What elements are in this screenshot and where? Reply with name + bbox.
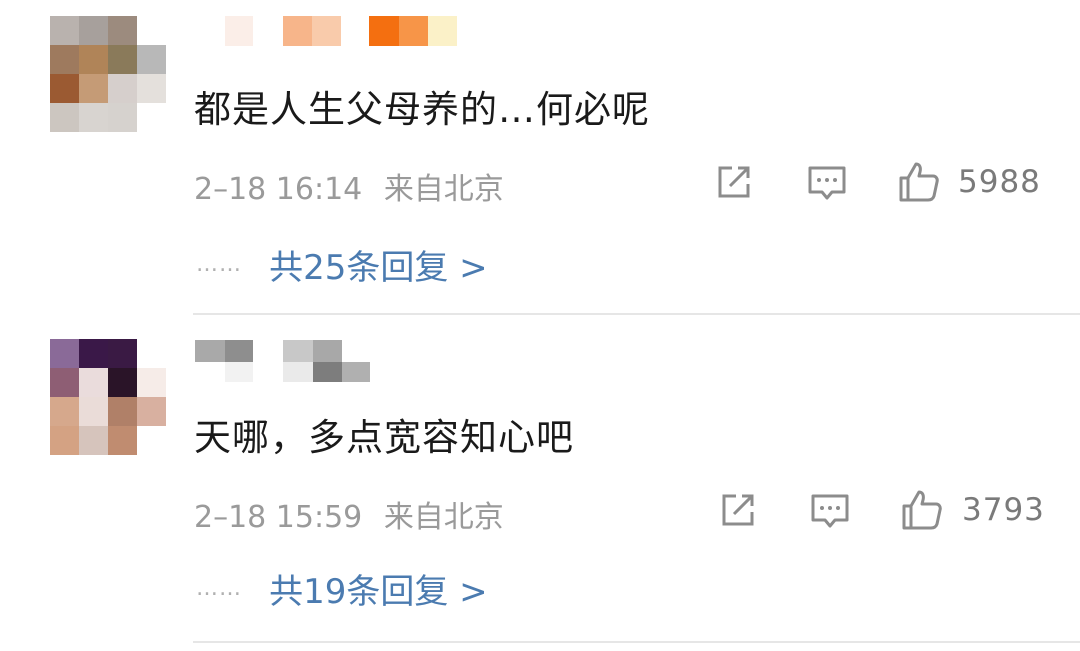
replies-row[interactable]: …… 共19条回复 > — [196, 564, 488, 613]
comment-item: 都是人生父母养的…何必呢 2–18 16:14 来自北京 5988 …… 共25… — [0, 0, 1080, 315]
replies-row[interactable]: …… 共25条回复 > — [196, 240, 488, 289]
comment-item: 天哪，多点宽容知心吧 2–18 15:59 来自北京 3793 …… 共19条回… — [0, 316, 1080, 643]
comment-actions: 5988 — [0, 158, 1080, 208]
divider — [193, 641, 1080, 643]
avatar[interactable] — [50, 339, 166, 456]
comment-icon[interactable] — [808, 488, 852, 532]
view-replies-link[interactable]: 共19条回复 > — [269, 572, 488, 612]
thumbs-up-icon[interactable] — [897, 160, 941, 204]
share-icon[interactable] — [716, 488, 760, 532]
avatar[interactable] — [50, 16, 166, 133]
username-blurred[interactable] — [195, 16, 457, 46]
view-replies-link[interactable]: 共25条回复 > — [269, 248, 488, 288]
comment-text: 天哪，多点宽容知心吧 — [194, 416, 574, 459]
like-count: 3793 — [962, 492, 1045, 528]
ellipsis: …… — [196, 576, 242, 601]
comment-actions: 3793 — [0, 486, 1080, 536]
share-icon[interactable] — [712, 160, 756, 204]
username-blurred[interactable] — [195, 340, 375, 384]
thumbs-up-icon[interactable] — [900, 488, 944, 532]
comment-text: 都是人生父母养的…何必呢 — [194, 88, 650, 131]
divider — [193, 313, 1080, 315]
ellipsis: …… — [196, 252, 242, 277]
comment-icon[interactable] — [805, 160, 849, 204]
like-count: 5988 — [958, 164, 1041, 200]
